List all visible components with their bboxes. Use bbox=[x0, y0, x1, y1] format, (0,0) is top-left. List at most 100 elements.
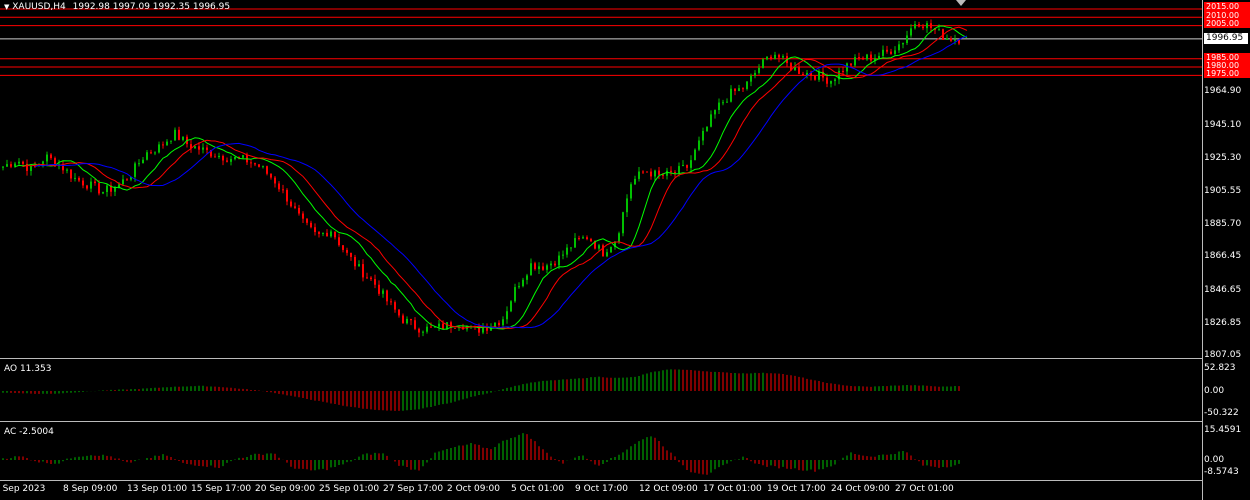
candle-body bbox=[306, 218, 308, 223]
candle-body bbox=[658, 170, 660, 175]
candle-body bbox=[198, 146, 200, 150]
candle-body bbox=[682, 165, 684, 167]
candle-body bbox=[710, 114, 712, 127]
ao-tick: -50.322 bbox=[1204, 408, 1239, 418]
candle-body bbox=[242, 155, 244, 158]
candle-body bbox=[566, 247, 568, 255]
level-label: 2005.00 bbox=[1204, 19, 1250, 28]
candle-body bbox=[522, 279, 524, 287]
candle-body bbox=[70, 169, 72, 179]
level-label: 1975.00 bbox=[1204, 69, 1250, 78]
candle-body bbox=[774, 54, 776, 60]
candle-body bbox=[530, 263, 532, 276]
candle-body bbox=[802, 73, 804, 76]
candle-body bbox=[686, 165, 688, 168]
candle-body bbox=[174, 129, 176, 141]
candle-body bbox=[938, 29, 940, 31]
ao-title: AO 11.353 bbox=[4, 364, 52, 374]
candle-body bbox=[890, 51, 892, 54]
candle-body bbox=[498, 322, 500, 326]
candle-body bbox=[630, 184, 632, 199]
candle-body bbox=[418, 328, 420, 333]
shift-marker-icon[interactable] bbox=[956, 0, 966, 6]
candle-body bbox=[570, 247, 572, 249]
candle-body bbox=[618, 233, 620, 242]
candle-body bbox=[870, 54, 872, 61]
candle-body bbox=[366, 277, 368, 279]
candle-body bbox=[706, 126, 708, 131]
candle-body bbox=[270, 173, 272, 178]
candle-body bbox=[326, 232, 328, 237]
candle-body bbox=[598, 245, 600, 249]
candle-body bbox=[390, 301, 392, 303]
candle-body bbox=[410, 318, 412, 321]
price-tick: 1885.70 bbox=[1204, 219, 1242, 229]
candle-body bbox=[482, 327, 484, 333]
candle-body bbox=[134, 163, 136, 177]
candle-body bbox=[922, 26, 924, 29]
candle-body bbox=[338, 237, 340, 246]
candle-body bbox=[842, 70, 844, 72]
candle-body bbox=[954, 39, 956, 41]
candle-body bbox=[406, 318, 408, 324]
candle-body bbox=[646, 171, 648, 173]
candle-body bbox=[22, 161, 24, 164]
time-label: 9 Oct 17:00 bbox=[575, 484, 628, 494]
candle-body bbox=[930, 23, 932, 29]
candle-body bbox=[98, 183, 100, 194]
time-label: 27 Sep 17:00 bbox=[383, 484, 444, 494]
candle-body bbox=[386, 290, 388, 302]
candle-body bbox=[850, 63, 852, 66]
candle-body bbox=[266, 166, 268, 174]
candle-body bbox=[422, 331, 424, 333]
candle-body bbox=[746, 81, 748, 89]
candle-body bbox=[178, 129, 180, 140]
candle-body bbox=[182, 136, 184, 140]
candle-body bbox=[898, 44, 900, 51]
candle-body bbox=[126, 179, 128, 181]
candle-body bbox=[542, 266, 544, 270]
candle-body bbox=[946, 38, 948, 40]
candle-body bbox=[214, 156, 216, 158]
candle-body bbox=[46, 154, 48, 162]
symbol-timeframe: XAUUSD,H4 bbox=[12, 2, 66, 12]
candle-body bbox=[718, 102, 720, 111]
candle-body bbox=[558, 255, 560, 266]
candle-body bbox=[638, 171, 640, 179]
candle-body bbox=[398, 309, 400, 316]
candle-body bbox=[298, 207, 300, 214]
candle-body bbox=[554, 263, 556, 266]
candle-body bbox=[534, 263, 536, 270]
candle-body bbox=[918, 24, 920, 27]
candle-body bbox=[426, 326, 428, 332]
candle-body bbox=[86, 185, 88, 189]
price-tick: 1807.05 bbox=[1204, 350, 1242, 360]
candle-body bbox=[94, 181, 96, 184]
candle-body bbox=[678, 166, 680, 174]
current-price-label: 1996.95 bbox=[1204, 33, 1248, 44]
candle-body bbox=[826, 77, 828, 84]
candle-body bbox=[694, 149, 696, 161]
candle-body bbox=[278, 183, 280, 190]
candle-body bbox=[866, 54, 868, 60]
ac-tick: -8.5743 bbox=[1204, 467, 1239, 477]
candle-body bbox=[378, 284, 380, 294]
candle-body bbox=[202, 147, 204, 150]
time-label: 17 Oct 01:00 bbox=[703, 484, 762, 494]
candle-body bbox=[830, 81, 832, 84]
candle-body bbox=[674, 172, 676, 174]
ao-tick: 0.00 bbox=[1204, 386, 1225, 396]
candle-body bbox=[234, 156, 236, 160]
candle-body bbox=[770, 56, 772, 60]
candle-body bbox=[606, 252, 608, 257]
candle-body bbox=[546, 265, 548, 270]
candle-body bbox=[886, 49, 888, 52]
candle-body bbox=[742, 88, 744, 90]
ao-tick: 52.823 bbox=[1204, 363, 1236, 373]
candle-body bbox=[858, 57, 860, 59]
candle-body bbox=[662, 174, 664, 176]
candle-body bbox=[590, 239, 592, 242]
dropdown-triangle-icon[interactable]: ▼ bbox=[4, 3, 9, 11]
ac-tick: 0.00 bbox=[1204, 455, 1225, 465]
time-label: 5 Sep 2023 bbox=[0, 484, 46, 494]
